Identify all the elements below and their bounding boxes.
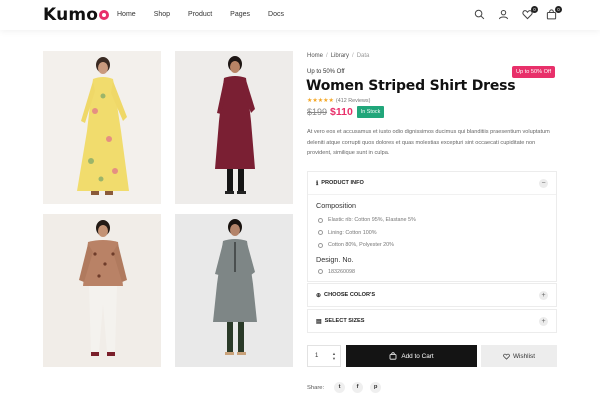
- product-info-body: Composition Elastic rib: Cotton 95%, Ela…: [308, 194, 556, 283]
- product-info-title: PRODUCT INFO: [321, 180, 364, 186]
- heart-icon[interactable]: 0: [522, 6, 538, 20]
- bullet-icon: [318, 217, 323, 223]
- main-nav: Home Shop Product Pages Docs: [117, 11, 302, 18]
- choose-colors-panel[interactable]: ⊕ CHOOSE COLOR'S +: [307, 283, 557, 307]
- select-sizes-header[interactable]: ▤ SELECT SIZES +: [308, 310, 556, 332]
- discount-text: Up to 50% Off: [307, 69, 345, 75]
- product-info-header[interactable]: ℹ PRODUCT INFO −: [308, 172, 556, 194]
- expand-icon[interactable]: +: [539, 290, 548, 300]
- add-to-cart-label: Add to Cart: [401, 352, 434, 360]
- bullet-icon: [318, 230, 323, 236]
- user-icon[interactable]: [498, 9, 509, 20]
- breadcrumb: Home / Library / Data: [307, 53, 370, 59]
- select-sizes-panel[interactable]: ▤ SELECT SIZES +: [307, 309, 557, 333]
- wishlist-count-badge: 0: [531, 6, 538, 13]
- nav-docs[interactable]: Docs: [268, 11, 284, 18]
- breadcrumb-current: Data: [356, 53, 370, 59]
- quantity-stepper[interactable]: 1 ▲ ▼: [307, 345, 341, 367]
- breadcrumb-home[interactable]: Home: [307, 53, 323, 59]
- cart-count-badge: 0: [555, 6, 562, 13]
- nav-shop[interactable]: Shop: [154, 11, 170, 18]
- nav-pages[interactable]: Pages: [230, 11, 250, 18]
- product-photo-grey-kurta[interactable]: [175, 214, 293, 367]
- site-header: Kumo Home Shop Product Pages Docs 0 0: [0, 0, 600, 30]
- facebook-icon[interactable]: f: [352, 382, 364, 393]
- share-row: Share: t f p: [307, 382, 382, 393]
- ruler-icon: ▤: [316, 318, 322, 325]
- current-price: $110: [330, 106, 353, 118]
- rating-stars-icon: ★★★★★: [307, 98, 334, 104]
- product-title: Women Striped Shirt Dress: [306, 78, 516, 94]
- list-item: Lining: Cotton 100%: [316, 227, 548, 240]
- nav-home[interactable]: Home: [117, 11, 136, 18]
- design-no-label: Design. No.: [316, 254, 354, 264]
- design-no: 183260098: [328, 268, 355, 275]
- list-item: Elastic rib: Cotton 95%, Elastane 5%: [316, 214, 548, 227]
- quantity-value: 1: [315, 353, 319, 359]
- discount-badge: Up to 50% Off: [512, 66, 556, 78]
- stepper-arrows-icon[interactable]: ▲ ▼: [332, 351, 336, 361]
- product-photo-maroon-kurta[interactable]: [175, 51, 293, 204]
- bag-icon[interactable]: 0: [546, 6, 562, 20]
- price-block: $199 $110 In Stock: [307, 106, 385, 118]
- choose-colors-title: CHOOSE COLOR'S: [324, 292, 376, 298]
- product-photo-printed-top[interactable]: [43, 214, 161, 367]
- bullet-icon: [318, 242, 323, 248]
- collapse-icon[interactable]: −: [539, 178, 548, 188]
- wishlist-button[interactable]: Wishlist: [481, 345, 557, 367]
- palette-icon: ⊕: [316, 292, 322, 299]
- add-to-cart-button[interactable]: Add to Cart: [346, 345, 477, 367]
- bag-icon: [389, 352, 397, 360]
- heart-icon: [503, 353, 510, 360]
- product-description: At vero eos et accusamus et iusto odio d…: [307, 129, 550, 156]
- pinterest-icon[interactable]: p: [370, 382, 382, 393]
- choose-colors-header[interactable]: ⊕ CHOOSE COLOR'S +: [308, 284, 556, 306]
- search-icon[interactable]: [474, 9, 485, 20]
- twitter-icon[interactable]: t: [334, 382, 346, 393]
- product-rating: ★★★★★ (412 Reviews): [307, 97, 370, 105]
- product-info-panel: ℹ PRODUCT INFO − Composition Elastic rib…: [307, 171, 557, 282]
- logo-dot-icon: [99, 10, 110, 20]
- expand-icon[interactable]: +: [539, 316, 548, 326]
- wishlist-label: Wishlist: [512, 352, 535, 360]
- stock-badge: In Stock: [356, 106, 385, 118]
- composition-label: Composition: [316, 201, 356, 210]
- nav-product[interactable]: Product: [188, 11, 212, 18]
- review-count[interactable]: (412 Reviews): [336, 98, 370, 104]
- header-actions: 0 0: [474, 6, 562, 20]
- list-item: 183260098: [316, 266, 548, 279]
- list-item: Cotton 80%, Polyester 20%: [316, 239, 548, 252]
- info-icon: ℹ: [316, 180, 319, 187]
- bullet-icon: [318, 269, 323, 275]
- select-sizes-title: SELECT SIZES: [324, 318, 365, 324]
- share-label: Share:: [307, 384, 325, 391]
- breadcrumb-library[interactable]: Library: [331, 53, 349, 59]
- old-price: $199: [307, 107, 328, 117]
- product-photo-yellow-floral[interactable]: [43, 51, 161, 204]
- brand-logo[interactable]: Kumo: [43, 5, 110, 25]
